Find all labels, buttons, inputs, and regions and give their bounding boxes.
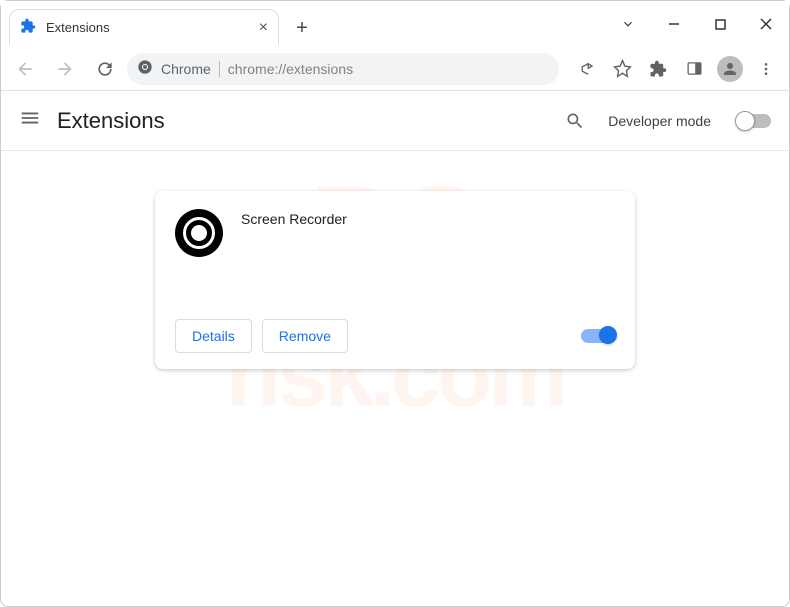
page-title: Extensions	[57, 108, 165, 134]
chrome-icon	[137, 59, 153, 78]
toolbar: Chrome chrome://extensions	[1, 47, 789, 91]
chevron-down-icon[interactable]	[605, 17, 651, 31]
details-button[interactable]: Details	[175, 319, 252, 353]
divider	[219, 61, 220, 77]
maximize-button[interactable]	[697, 5, 743, 43]
url-scheme-label: Chrome	[161, 61, 211, 77]
new-tab-button[interactable]: +	[287, 13, 317, 43]
extensions-icon[interactable]	[641, 52, 675, 86]
close-window-button[interactable]	[743, 5, 789, 43]
minimize-button[interactable]	[651, 5, 697, 43]
close-icon[interactable]: ×	[259, 19, 268, 37]
extension-card: Screen Recorder Details Remove	[155, 191, 635, 369]
extension-enable-toggle[interactable]	[581, 329, 615, 343]
developer-mode-label: Developer mode	[608, 113, 711, 129]
menu-icon[interactable]	[19, 107, 41, 134]
star-icon[interactable]	[605, 52, 639, 86]
search-icon[interactable]	[558, 104, 592, 138]
puzzle-icon	[20, 18, 36, 37]
extension-name: Screen Recorder	[241, 209, 347, 299]
tab-title: Extensions	[46, 20, 110, 35]
forward-button[interactable]	[47, 51, 83, 87]
url-text: chrome://extensions	[228, 61, 353, 77]
browser-tab[interactable]: Extensions ×	[9, 9, 279, 45]
profile-avatar[interactable]	[713, 52, 747, 86]
extensions-content: Screen Recorder Details Remove	[1, 151, 789, 369]
window-titlebar: Extensions × +	[1, 1, 789, 47]
share-icon[interactable]	[569, 52, 603, 86]
address-bar[interactable]: Chrome chrome://extensions	[127, 53, 559, 85]
remove-button[interactable]: Remove	[262, 319, 348, 353]
extension-icon	[175, 209, 223, 257]
back-button[interactable]	[7, 51, 43, 87]
kebab-menu-icon[interactable]	[749, 52, 783, 86]
developer-mode-toggle[interactable]	[737, 114, 771, 128]
reload-button[interactable]	[87, 51, 123, 87]
extensions-page-header: Extensions Developer mode	[1, 91, 789, 151]
sidepanel-icon[interactable]	[677, 52, 711, 86]
